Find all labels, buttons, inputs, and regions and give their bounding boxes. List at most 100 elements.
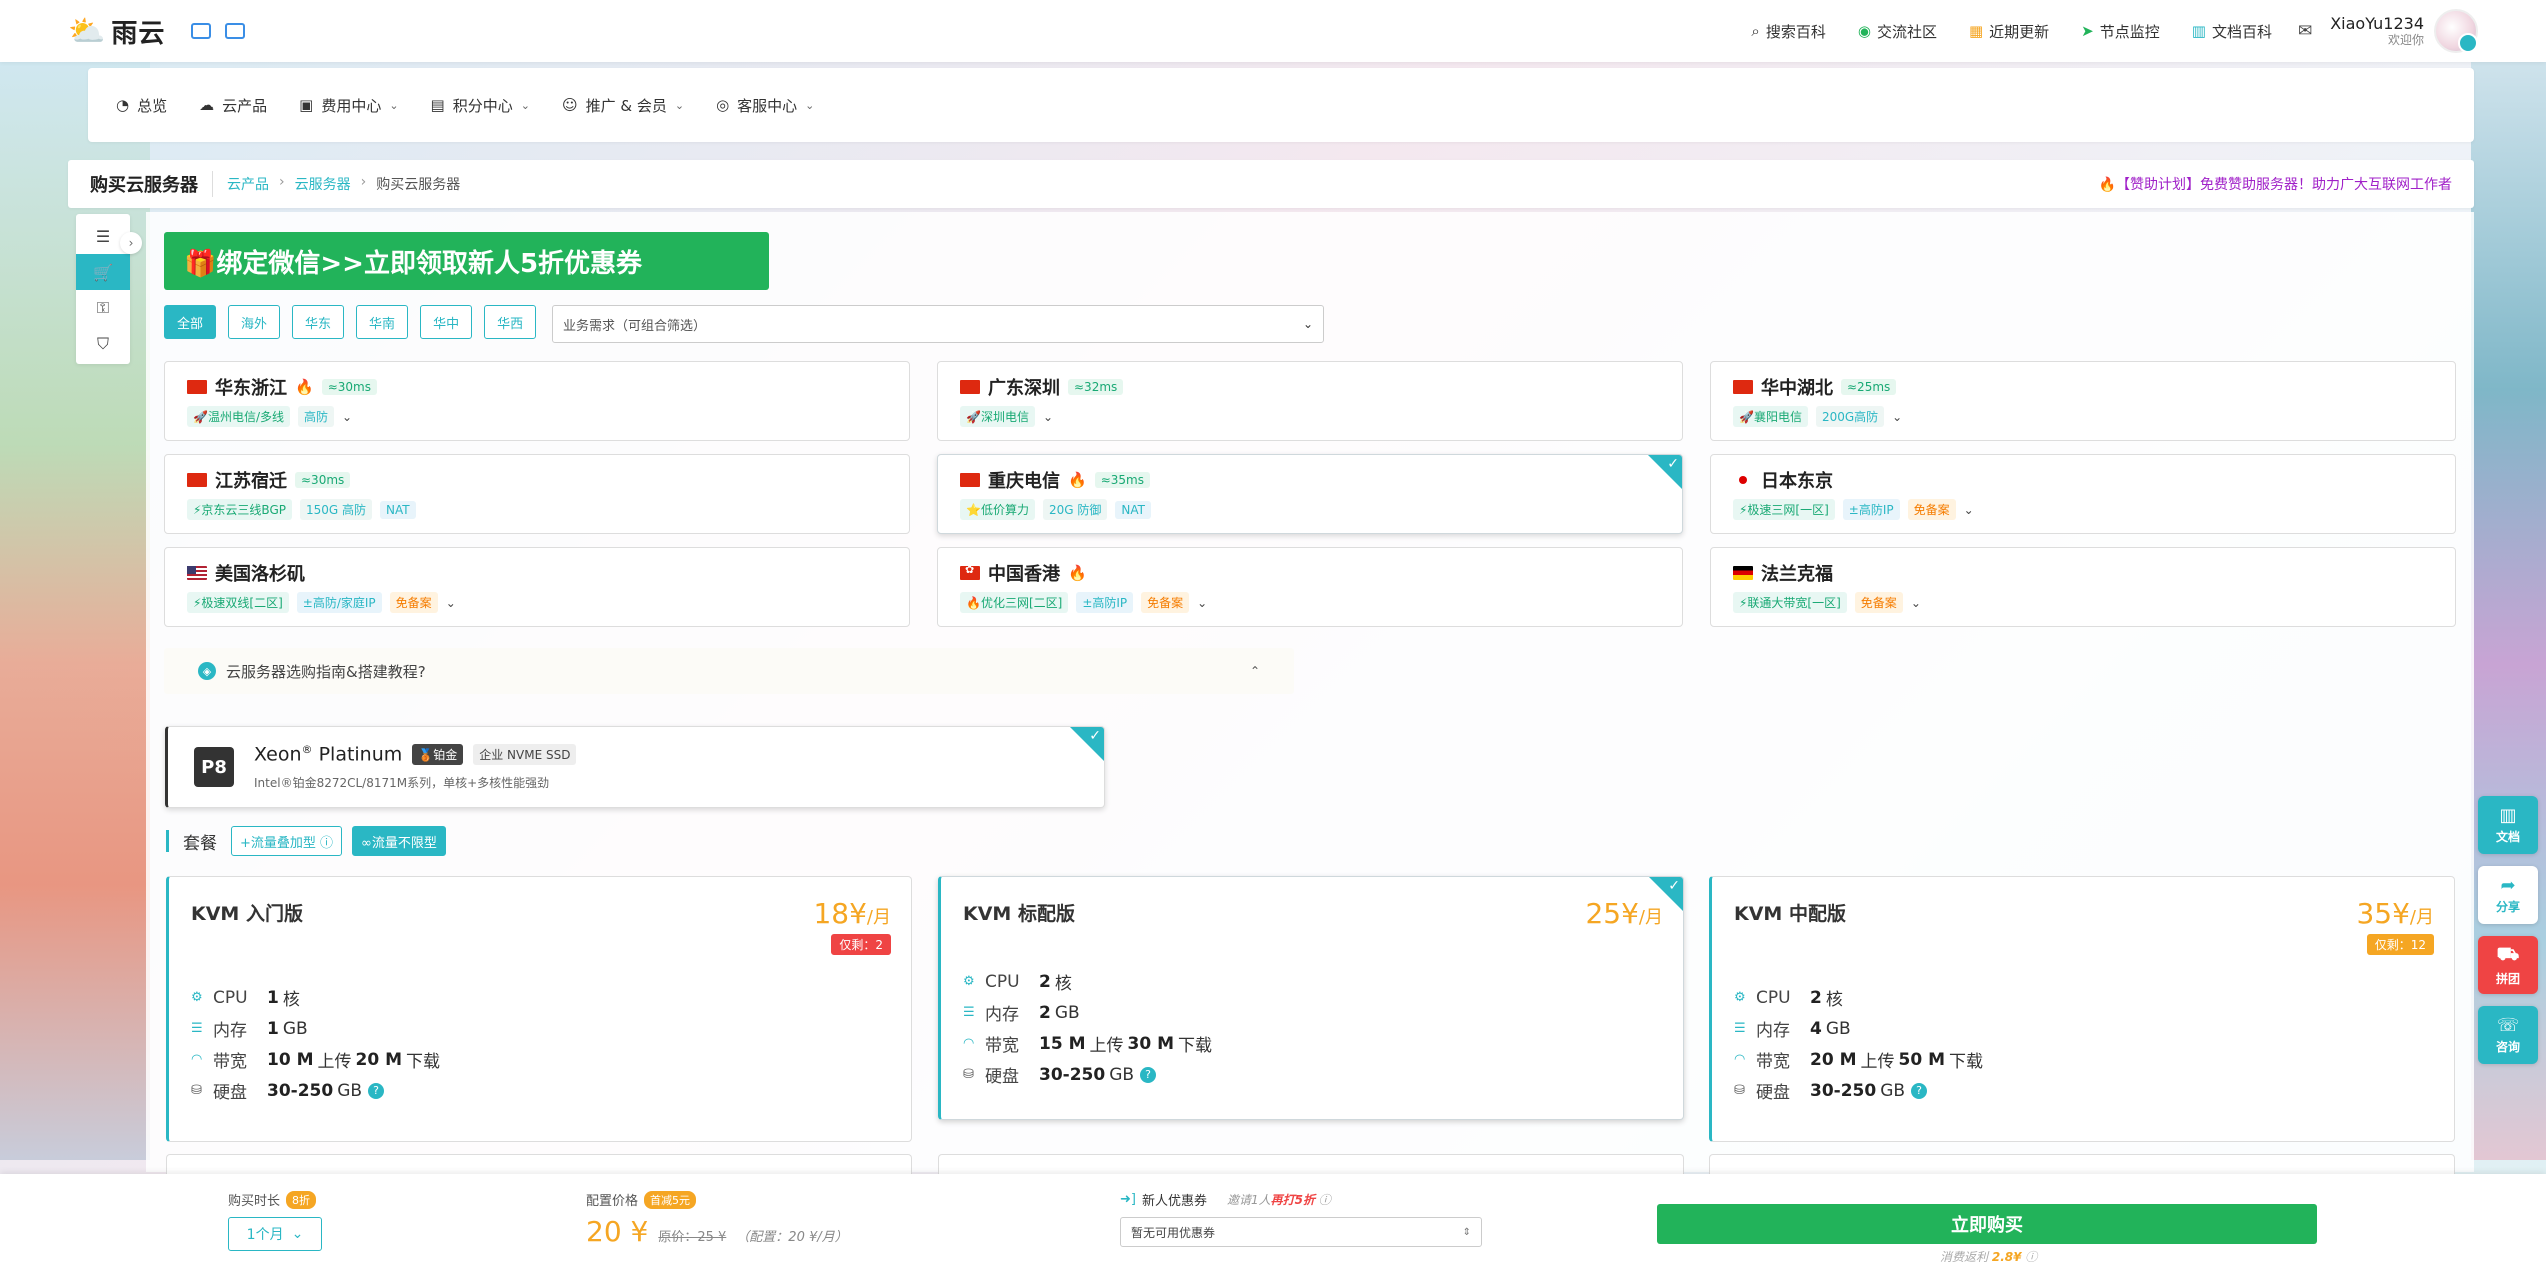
bandwidth-icon: ◠ — [191, 1052, 203, 1067]
welcome-text: 欢迎你 — [2387, 33, 2424, 48]
region-card[interactable]: 日本东京 ⚡极速三网[一区] ±高防IP 免备案 ⌄ — [1710, 454, 2456, 534]
coupon-icon: ➜] — [1120, 1192, 1136, 1207]
sort-icon: ⇕ — [1462, 1226, 1471, 1238]
help-icon[interactable]: ? — [368, 1082, 385, 1099]
region-name: 美国洛杉矶 — [215, 564, 305, 585]
region-filter-button[interactable]: 华西 — [484, 305, 537, 339]
region-card[interactable]: 重庆电信 🔥 ≈35ms ⭐低价算力 20G 防御 NAT ✓ — [937, 454, 1683, 534]
breadcrumb-bar: 购买云服务器 云产品 › 云服务器 › 购买云服务器 🔥【赞助计划】免费赞助服务… — [68, 160, 2474, 208]
region-tag: 150G 高防 — [299, 499, 373, 520]
cpu-unit: 核 — [1825, 990, 1843, 1010]
region-card[interactable]: 法兰克福 ⚡联通大带宽[一区] 免备案 ⌄ — [1710, 547, 2456, 627]
invite-hint: 邀请1人再打5折 ⓘ — [1226, 1193, 1331, 1207]
avatar[interactable] — [2434, 9, 2478, 53]
region-card[interactable]: 中国香港 🔥 🔥优化三网[二区] ±高防IP 免备案 ⌄ — [937, 547, 1683, 627]
plan-card[interactable]: KVM 入门版 18¥/月 仅剩：2 ⚙ CPU 1 核 ☰ 内存 1 GB ◠ 带宽 10 M 上传 20 … — [166, 876, 912, 1142]
flag-hk-icon — [960, 563, 980, 580]
top-link-4[interactable]: ▥ 文档百科 — [2192, 21, 2272, 42]
check-icon: ✓ — [1667, 456, 1679, 472]
check-icon: ✓ — [1668, 878, 1680, 894]
spec-label: 硬盘 — [213, 1083, 247, 1103]
sponsor-promo-link[interactable]: 🔥【赞助计划】免费赞助服务器！助力广大互联网工作者 — [2099, 174, 2452, 194]
region-tag: ±高防IP — [1076, 592, 1134, 613]
nav-item-cloud-products[interactable]: ☁ 云产品 — [183, 95, 283, 116]
breadcrumb-item-cloud-servers[interactable]: 云服务器 — [295, 174, 351, 194]
float-tool-book[interactable]: ▥ 文档 — [2478, 796, 2538, 854]
region-card[interactable]: 华东浙江 🔥 ≈30ms 🚀温州电信/多线 高防 ⌄ — [164, 361, 910, 441]
breadcrumb-item-cloud-products[interactable]: 云产品 — [227, 174, 269, 194]
business-need-select[interactable]: 业务需求（可组合筛选） ⌄ — [552, 305, 1324, 343]
region-filter-button[interactable]: 华中 — [420, 305, 473, 339]
help-icon[interactable]: ? — [1911, 1082, 1928, 1099]
chevron-down-icon[interactable]: ⌄ — [1911, 596, 1921, 610]
billing-icon: ▣ — [299, 96, 314, 114]
float-tool-label: 分享 — [2495, 900, 2520, 914]
chevron-down-icon[interactable]: ⌄ — [1043, 410, 1053, 424]
nav-item-support[interactable]: ◎ 客服中心 ⌄ — [700, 95, 830, 116]
top-link-0[interactable]: ⌕ 搜索百科 — [1751, 21, 1825, 42]
top-link-3[interactable]: ➤ 节点监控 — [2081, 21, 2160, 42]
latency-badge: ≈35ms — [1094, 472, 1150, 488]
help-icon[interactable]: ? — [1140, 1066, 1157, 1083]
buy-now-button[interactable]: 立即购买 — [1657, 1204, 2317, 1244]
nav-item-points[interactable]: ▤ 积分中心 ⌄ — [415, 95, 546, 116]
chevron-down-icon[interactable]: ⌄ — [1964, 503, 1974, 517]
cart-icon[interactable]: 🛒 — [76, 254, 130, 290]
nav-item-overview[interactable]: ◔ 总览 — [100, 95, 183, 116]
region-tag: 🚀襄阳电信 — [1733, 406, 1808, 427]
cpu-option-p8[interactable]: P8 Xeon® Platinum 🥉铂金 企业 NVME SSD Intel®… — [165, 726, 1105, 808]
region-card[interactable]: 江苏宿迁 ≈30ms ⚡京东云三线BGP 150G 高防 NAT — [164, 454, 910, 534]
region-card[interactable]: 华中湖北 ≈25ms 🚀襄阳电信 200G高防 ⌄ — [1710, 361, 2456, 441]
chevron-down-icon[interactable]: ⌄ — [1892, 410, 1902, 424]
region-filter-button[interactable]: 华东 — [292, 305, 345, 339]
top-link-2[interactable]: ▦ 近期更新 — [1969, 21, 2049, 42]
coupon-select[interactable]: 暂无可用优惠券 ⇕ — [1120, 1217, 1482, 1247]
fire-icon: 🔥 — [1068, 564, 1087, 582]
sidebar-toggle-chevron-icon[interactable]: › — [120, 232, 142, 254]
bw-up-value: 15 M — [1039, 1033, 1086, 1054]
fire-icon: 🔥 — [295, 378, 314, 396]
nav-item-promotion[interactable]: ☺ 推广 & 会员 ⌄ — [546, 95, 700, 116]
chevron-up-icon: ⌃ — [1249, 664, 1260, 678]
chevron-down-icon[interactable]: ⌄ — [1197, 596, 1207, 610]
wechat-coupon-banner[interactable]: 🎁绑定微信>>立即领取新人5折优惠券 — [164, 232, 769, 290]
region-filter-button[interactable]: 全部 — [164, 305, 217, 339]
user-menu[interactable]: XiaoYu1234 欢迎你 — [2330, 9, 2478, 53]
chevron-down-icon[interactable]: ⌄ — [446, 596, 456, 610]
traffic-addon-type-button[interactable]: +流量叠加型 ⓘ — [231, 826, 343, 856]
mail-icon[interactable]: ✉ — [2298, 21, 2312, 41]
chevron-down-icon[interactable]: ⌄ — [342, 410, 352, 424]
chevron-down-icon: ⌄ — [520, 98, 530, 112]
float-tool-share[interactable]: ➦ 分享 — [2478, 866, 2538, 924]
duration-select[interactable]: 1个月 ⌄ — [228, 1217, 322, 1251]
translate-icon[interactable] — [225, 23, 246, 39]
config-price-label: 配置价格 — [586, 1194, 639, 1209]
mem-value: 4 — [1810, 1018, 1822, 1039]
spec-label: 内存 — [213, 1021, 247, 1041]
image-icon[interactable] — [191, 23, 212, 39]
check-icon: ✓ — [1089, 728, 1101, 744]
top-link-1[interactable]: ◉ 交流社区 — [1858, 21, 1937, 42]
latency-badge: ≈25ms — [1841, 379, 1897, 395]
region-card[interactable]: 广东深圳 ≈32ms 🚀深圳电信 ⌄ — [937, 361, 1683, 441]
spec-row: ◠ 带宽 15 M 上传 30 M 下载 — [963, 1028, 1661, 1059]
calendar-icon: ▦ — [1968, 22, 1984, 40]
cloud-products-icon: ☁ — [199, 96, 215, 114]
region-card[interactable]: 美国洛杉矶 ⚡极速双线[二区] ±高防/家庭IP 免备案 ⌄ — [164, 547, 910, 627]
nav-item-billing[interactable]: ▣ 费用中心 ⌄ — [283, 95, 414, 116]
plan-card[interactable]: KVM 中配版 35¥/月 仅剩：12 ⚙ CPU 2 核 ☰ 内存 4 GB ◠ 带宽 20 M 上传 50… — [1709, 876, 2455, 1142]
key-icon[interactable]: ⚿ — [76, 290, 130, 326]
region-filter-button[interactable]: 华南 — [356, 305, 409, 339]
float-tool-headset[interactable]: ☏ 咨询 — [2478, 1006, 2538, 1064]
purchase-guide-toggle[interactable]: ◈ 云服务器选购指南&搭建教程? ⌃ — [164, 648, 1294, 694]
cpu-unit: 核 — [282, 990, 300, 1010]
float-tool-cart[interactable]: ⛟ 拼团 — [2478, 936, 2538, 994]
shield-icon[interactable]: ⛉ — [76, 326, 130, 362]
unlimited-traffic-type-button[interactable]: ∞流量不限型 — [352, 826, 446, 856]
breadcrumb-item-current: 购买云服务器 — [376, 177, 461, 193]
plan-card[interactable]: KVM 标配版 25¥/月 ⚙ CPU 2 核 ☰ 内存 2 GB ◠ 带宽 15 M 上传 30 M 下载 ⛁… — [938, 876, 1684, 1120]
logo[interactable]: ⛅ 雨云 — [68, 13, 165, 50]
region-filter-button[interactable]: 海外 — [228, 305, 281, 339]
spec-label: 带宽 — [213, 1052, 247, 1072]
spec-label: 带宽 — [1756, 1052, 1790, 1072]
